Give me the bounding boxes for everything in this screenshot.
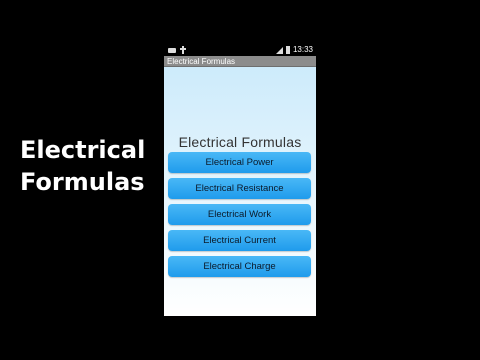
side-caption: Electrical Formulas	[20, 134, 146, 198]
side-caption-line2: Formulas	[20, 168, 145, 196]
battery-icon	[285, 46, 290, 54]
app-bar-title: Electrical Formulas	[164, 56, 316, 67]
phone-screen: 13:33 Electrical Formulas Electrical For…	[164, 44, 316, 316]
status-clock: 13:33	[292, 45, 313, 54]
electrical-current-button[interactable]: Electrical Current	[168, 230, 311, 251]
main-content: Electrical Formulas Electrical Power Ele…	[164, 67, 316, 316]
usb-icon	[180, 46, 186, 54]
status-bar: 13:33	[164, 44, 316, 56]
electrical-power-button[interactable]: Electrical Power	[168, 152, 311, 173]
side-caption-line1: Electrical	[20, 136, 146, 164]
electrical-resistance-button[interactable]: Electrical Resistance	[168, 178, 311, 199]
page-title: Electrical Formulas	[178, 134, 302, 150]
electrical-work-button[interactable]: Electrical Work	[168, 204, 311, 225]
message-icon	[168, 47, 176, 53]
signal-icon	[275, 46, 283, 54]
electrical-charge-button[interactable]: Electrical Charge	[168, 256, 311, 277]
